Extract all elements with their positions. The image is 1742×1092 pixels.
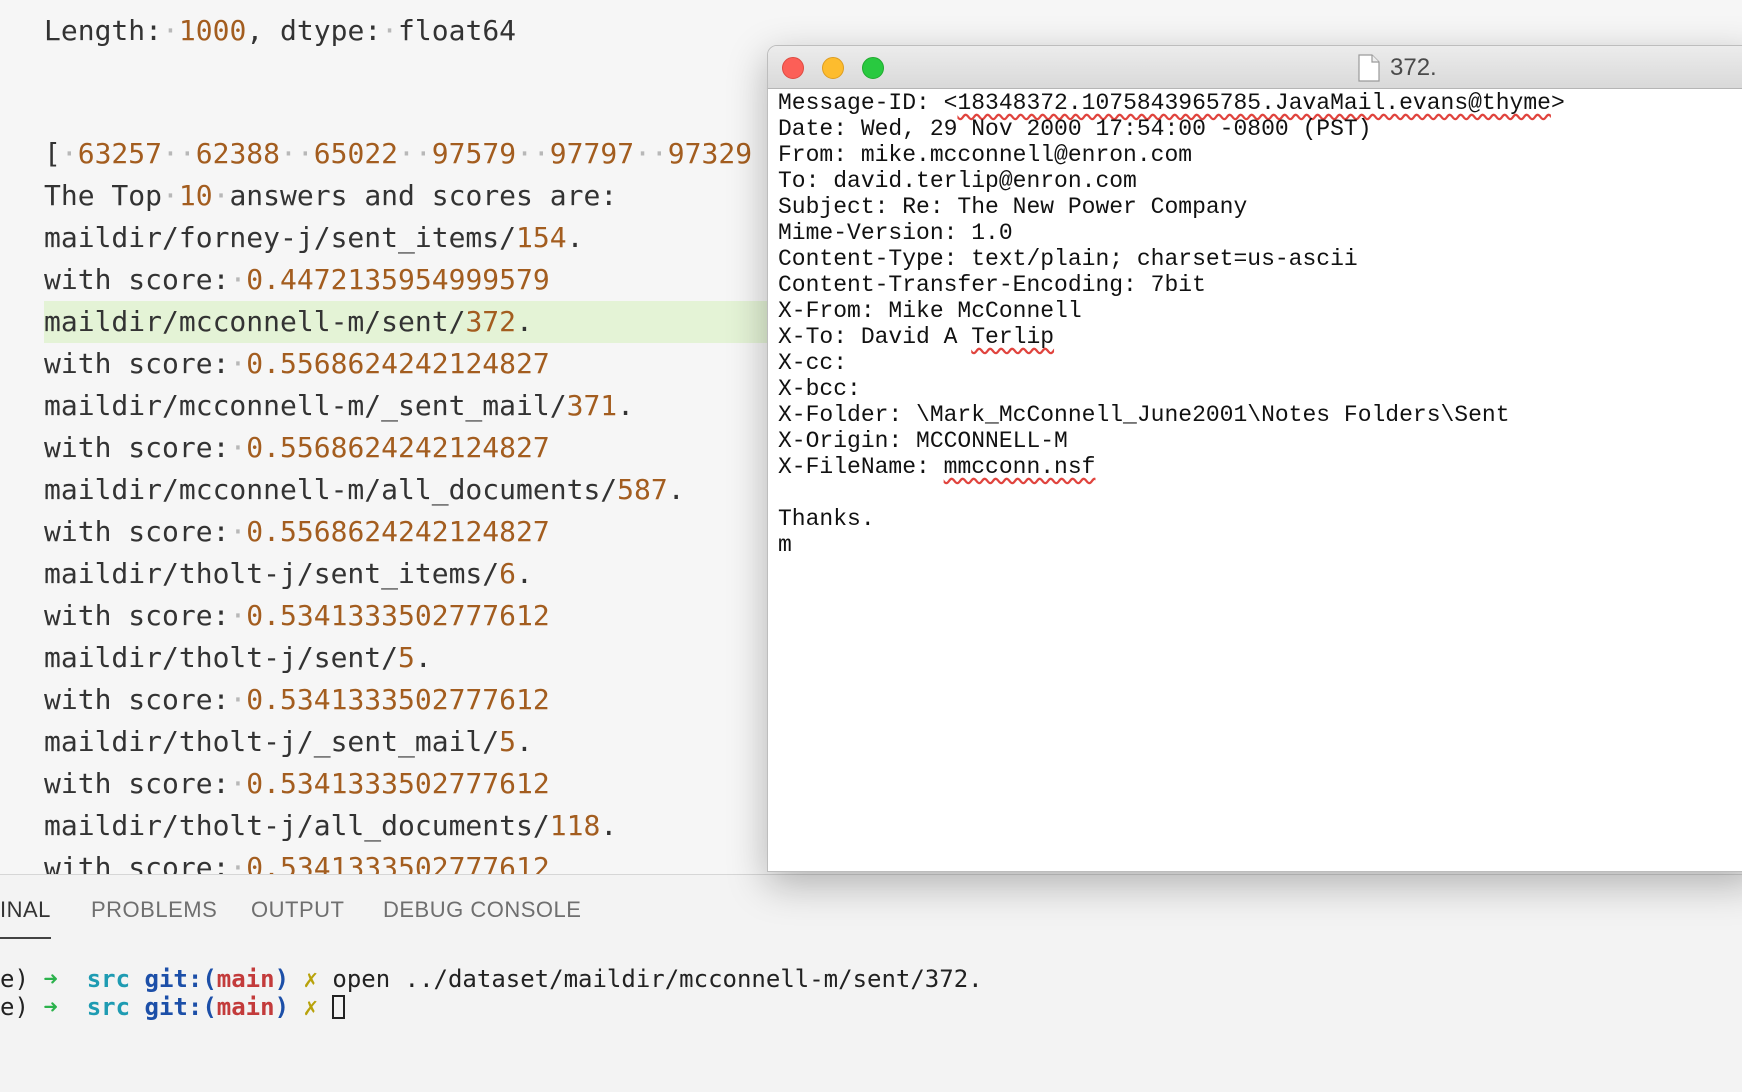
dirty-mark-icon: ✗ [303, 965, 318, 993]
mail-header-x-cc: X-cc: [778, 350, 848, 376]
top-answers-line: The Top·10·answers and scores are: [44, 179, 618, 212]
array-line: [·63257··62388··65022··97579··97797··973… [44, 137, 753, 170]
document-icon [1358, 54, 1380, 82]
mail-body-line: Thanks. [778, 506, 875, 532]
tab-terminal[interactable]: INAL [0, 897, 51, 923]
tab-debug-console[interactable]: DEBUG CONSOLE [383, 897, 581, 923]
text-viewer-window[interactable]: 372. Message-ID: <18348372.1075843965785… [767, 45, 1742, 872]
mail-header-date: Date: Wed, 29 Nov 2000 17:54:00 -0800 (P… [778, 116, 1372, 142]
close-button[interactable] [782, 57, 804, 79]
dirty-mark-icon: ✗ [303, 993, 318, 1021]
result-path-line: maildir/tholt-j/sent/5. [44, 641, 432, 674]
length-line: Length:·1000, dtype:·float64 [44, 14, 517, 47]
terminal-prompt-line[interactable]: e) ➜ src git:(main) ✗ [0, 993, 346, 1021]
result-path-line: maildir/mcconnell-m/_sent_mail/371. [44, 389, 635, 422]
mail-header-content-type: Content-Type: text/plain; charset=us-asc… [778, 246, 1358, 272]
active-tab-underline [0, 937, 51, 939]
minimize-button[interactable] [822, 57, 844, 79]
mail-header-x-bcc: X-bcc: [778, 376, 861, 402]
prompt-arrow-icon: ➜ [43, 993, 58, 1021]
mail-body-line: m [778, 532, 792, 558]
window-title-group: 372. [1358, 54, 1437, 82]
mail-header-to: To: david.terlip@enron.com [778, 168, 1137, 194]
result-score-line: with score:·0.5568624242124827 [44, 347, 550, 380]
result-score-line: with score:·0.5568624242124827 [44, 515, 550, 548]
mail-text-content[interactable]: Message-ID: <18348372.1075843965785.Java… [778, 90, 1565, 558]
bottom-panel: INAL PROBLEMS OUTPUT DEBUG CONSOLE e) ➜ … [0, 875, 1742, 1092]
result-path-line: maildir/tholt-j/_sent_mail/5. [44, 725, 533, 758]
prompt-arrow-icon: ➜ [43, 965, 58, 993]
result-score-line: with score:·0.5341333502777612 [44, 683, 550, 716]
mail-header-x-folder: X-Folder: \Mark_McConnell_June2001\Notes… [778, 402, 1510, 428]
mail-header-encoding: Content-Transfer-Encoding: 7bit [778, 272, 1206, 298]
result-score-line: with score:·0.5341333502777612 [44, 851, 550, 874]
mail-header-x-origin: X-Origin: MCCONNELL-M [778, 428, 1068, 454]
zoom-button[interactable] [862, 57, 884, 79]
result-path-line: maildir/tholt-j/sent_items/6. [44, 557, 533, 590]
result-score-line: with score:·0.5341333502777612 [44, 767, 550, 800]
mail-header-subject: Subject: Re: The New Power Company [778, 194, 1248, 220]
window-title: 372. [1390, 54, 1437, 81]
result-path-line: maildir/forney-j/sent_items/154. [44, 221, 584, 254]
mail-blank-line [778, 480, 1565, 506]
mail-header-x-to: X-To: David A Terlip [778, 324, 1055, 350]
window-titlebar[interactable]: 372. [768, 46, 1742, 89]
result-score-line: with score:·0.4472135954999579 [44, 263, 550, 296]
tab-problems[interactable]: PROBLEMS [91, 897, 217, 923]
result-path-line: maildir/tholt-j/all_documents/118. [44, 809, 618, 842]
result-score-line: with score:·0.5568624242124827 [44, 431, 550, 464]
mail-header-x-filename: X-FileName: mmcconn.nsf [778, 454, 1096, 480]
terminal-cursor [332, 995, 346, 1019]
terminal-line[interactable]: e) ➜ src git:(main) ✗ open ../dataset/ma… [0, 965, 983, 993]
result-score-line: with score:·0.5341333502777612 [44, 599, 550, 632]
mail-header-mime-version: Mime-Version: 1.0 [778, 220, 1013, 246]
result-path-line: maildir/mcconnell-m/all_documents/587. [44, 473, 685, 506]
mail-header-x-from: X-From: Mike McConnell [778, 298, 1082, 324]
mail-header-from: From: mike.mcconnell@enron.com [778, 142, 1193, 168]
tab-output[interactable]: OUTPUT [251, 897, 344, 923]
mail-header-message-id: Message-ID: <18348372.1075843965785.Java… [778, 90, 1565, 116]
